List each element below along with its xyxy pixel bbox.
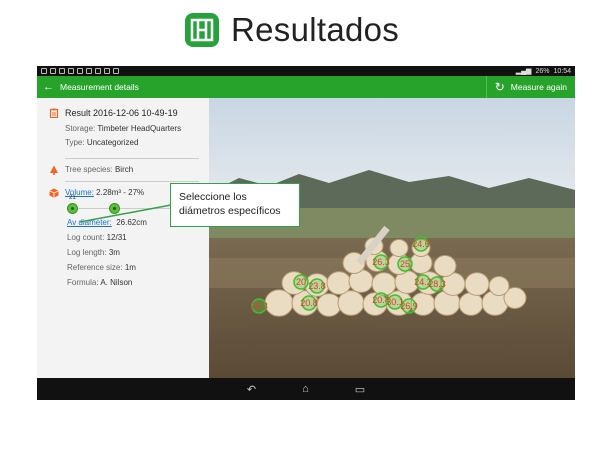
notification-icon [50, 68, 56, 74]
marker-label: 25 [400, 259, 410, 269]
cube-icon [49, 188, 59, 198]
log-length-label: Log length: [67, 248, 107, 257]
notification-icon [68, 68, 74, 74]
battery-level: 26% [535, 67, 550, 75]
status-bar: ▂▄▆ 26% 10:54 [37, 66, 575, 76]
log-count-label: Log count: [67, 233, 105, 242]
result-title: Result 2016-12-06 10-49-19 [65, 108, 178, 118]
storage-label: Storage: [65, 124, 96, 133]
marker-label: 20 [296, 277, 306, 287]
notification-icon [86, 68, 92, 74]
log-end [316, 293, 342, 317]
slider-min-value: 21 [69, 195, 76, 201]
marker-label: 23.8 [308, 281, 326, 291]
tree-icon [50, 165, 58, 175]
back-button[interactable]: ← Measurement details [37, 76, 139, 98]
diameter-marker[interactable]: 25 [397, 256, 413, 272]
callout-box: Seleccione los diámetros específicos [170, 183, 300, 227]
clock: 10:54 [553, 67, 571, 75]
marker-label: 26.3 [372, 257, 390, 267]
slider-max-handle[interactable] [109, 203, 120, 214]
diameter-marker[interactable]: 26.3 [372, 254, 390, 270]
formula-value: A. Nilson [100, 278, 133, 287]
measure-again-button[interactable]: ↻ Measure again [485, 76, 575, 98]
diameter-marker[interactable]: 24.6 [412, 236, 430, 252]
log-end [389, 238, 409, 258]
slide-title: Resultados [231, 11, 400, 48]
notification-icon [104, 68, 110, 74]
signal-icon: ▂▄▆ [515, 68, 532, 75]
navigation-bar: ↶ ⌂ ▭ [37, 378, 575, 400]
details-panel: Result 2016-12-06 10-49-19 Storage: Timb… [37, 98, 209, 378]
divider [65, 158, 199, 159]
divider [65, 181, 199, 182]
log-end [433, 255, 457, 277]
diameter-marker[interactable]: 23.8 [308, 278, 326, 294]
volume-value: 2.28m³ - 27% [96, 188, 145, 197]
log-end [458, 292, 484, 316]
log-end [464, 272, 490, 296]
diameter-marker[interactable]: 26.9 [400, 298, 418, 314]
av-diameter-link[interactable]: Av diameter: [67, 218, 112, 227]
notification-icon [77, 68, 83, 74]
notification-icon [113, 68, 119, 74]
ref-size-label: Reference size: [67, 263, 123, 272]
marker-label: 20.8 [300, 298, 318, 308]
measure-again-label: Measure again [510, 82, 567, 92]
log-end [371, 272, 397, 296]
notification-icon [95, 68, 101, 74]
home-nav-icon[interactable]: ⌂ [302, 383, 309, 395]
diameter-marker[interactable]: 20 [293, 274, 309, 290]
marker-label: 28.3 [428, 279, 446, 289]
diameter-marker[interactable]: 26.3 [250, 298, 268, 314]
timbeter-logo-icon [185, 13, 219, 47]
marker-label: 24.6 [412, 239, 430, 249]
refresh-icon: ↻ [494, 80, 505, 94]
type-label: Type: [65, 138, 85, 147]
back-arrow-icon: ← [43, 81, 54, 93]
type-value: Uncategorized [86, 138, 139, 147]
callout-line-1: Seleccione los [179, 191, 247, 203]
tablet-screen: ▂▄▆ 26% 10:54 ← Measurement details ↻ Me… [37, 66, 575, 400]
log-count-value: 12/31 [106, 233, 127, 242]
callout-line-2: diámetros específicos [179, 205, 281, 217]
notification-icon [59, 68, 65, 74]
back-nav-icon[interactable]: ↶ [247, 383, 256, 396]
diameter-marker[interactable]: 28.3 [428, 276, 446, 292]
diameter-marker[interactable]: 20.8 [300, 295, 318, 311]
notification-icon [41, 68, 47, 74]
recents-nav-icon[interactable]: ▭ [355, 383, 365, 396]
species-label: Tree species: [65, 165, 113, 174]
screen-title: Measurement details [60, 82, 139, 92]
marker-label: 26.3 [250, 301, 268, 311]
marker-label: 26.9 [400, 301, 418, 311]
clipboard-icon [49, 108, 59, 118]
slide-header: Resultados [185, 8, 399, 52]
formula-label: Formula: [67, 278, 99, 287]
av-diameter-value: 26.62cm [116, 218, 147, 227]
log-pile-photo[interactable]: 24.6 26.3 25 20 23.8 24.2 28.3 20.8 20.4 30.1 26.3… [209, 98, 575, 378]
notification-icons [41, 68, 119, 74]
log-end [326, 271, 352, 295]
storage-value: Timbeter HeadQuarters [97, 124, 182, 133]
log-length-value: 3m [108, 248, 120, 257]
slider-min-handle[interactable] [67, 203, 78, 214]
ref-size-value: 1m [124, 263, 136, 272]
log-end [488, 276, 510, 296]
species-value: Birch [114, 165, 134, 174]
app-bar: ← Measurement details ↻ Measure again [37, 76, 575, 98]
